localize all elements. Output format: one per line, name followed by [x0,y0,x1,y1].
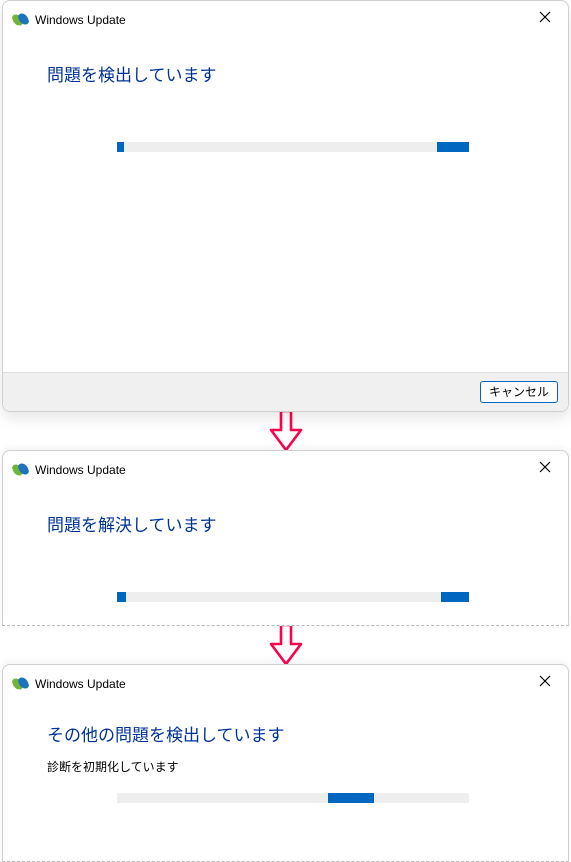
close-button[interactable] [530,455,560,479]
dialog-footer: キャンセル [3,372,568,411]
close-button[interactable] [530,669,560,693]
troubleshooter-dialog-step-3: Windows Update その他の問題を検出しています 診断を初期化していま… [2,664,569,862]
progress-segment [441,592,469,602]
titlebar: Windows Update [3,451,568,477]
progress-segment [117,592,126,602]
progress-bar [117,793,469,803]
status-headline: その他の問題を検出しています [47,721,524,746]
progress-bar [117,142,469,152]
close-icon [539,675,551,687]
progress-bar [117,592,469,602]
status-subtext: 診断を初期化しています [47,758,524,775]
dialog-content: その他の問題を検出しています 診断を初期化しています [3,691,568,811]
windows-update-icon [13,677,29,691]
troubleshooter-dialog-step-2: Windows Update 問題を解決しています [2,450,569,626]
app-title: Windows Update [35,677,126,691]
progress-segment [437,142,469,152]
status-headline: 問題を検出しています [47,61,524,86]
close-button[interactable] [530,5,560,29]
titlebar: Windows Update [3,665,568,691]
titlebar: Windows Update [3,1,568,27]
close-icon [539,461,551,473]
troubleshooter-dialog-step-1: Windows Update 問題を検出しています キャンセル [2,0,569,412]
progress-segment [117,142,124,152]
dialog-content: 問題を解決しています [3,477,568,612]
close-icon [539,11,551,23]
app-title: Windows Update [35,13,126,27]
flow-arrow [0,410,571,452]
progress-segment [328,793,374,803]
dialog-content: 問題を検出しています [3,27,568,162]
app-title: Windows Update [35,463,126,477]
arrow-down-icon [269,410,303,452]
arrow-down-icon [269,624,303,666]
status-headline: 問題を解決しています [47,511,524,536]
windows-update-icon [13,463,29,477]
windows-update-icon [13,13,29,27]
flow-arrow [0,624,571,666]
cancel-button[interactable]: キャンセル [480,381,558,403]
